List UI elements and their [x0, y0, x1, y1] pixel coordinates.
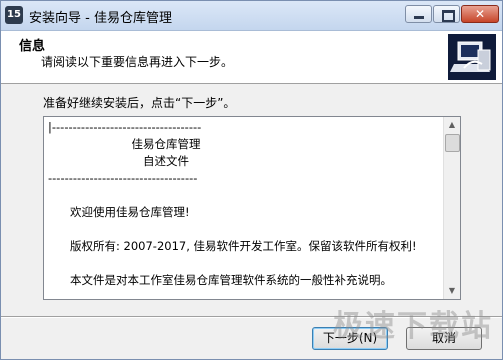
readme-line: |------------------------------------	[48, 120, 202, 134]
readme-line: 欢迎使用佳易仓库管理!	[70, 205, 190, 219]
readme-line	[48, 255, 440, 272]
maximize-icon	[442, 10, 455, 22]
maximize-button[interactable]	[433, 5, 460, 23]
close-icon: ✕	[474, 7, 486, 21]
page-subtitle: 请阅读以下重要信息再进入下一步。	[41, 55, 234, 69]
wizard-header: 信息 请阅读以下重要信息再进入下一步。	[1, 31, 502, 84]
next-button[interactable]: 下一步(N)	[312, 327, 388, 350]
installer-computer-icon	[448, 34, 496, 80]
cancel-button[interactable]: 取消	[406, 327, 482, 350]
readme-line: 佳易仓库管理	[131, 137, 201, 151]
scroll-thumb[interactable]	[445, 134, 460, 152]
readme-line	[48, 187, 440, 204]
close-button[interactable]: ✕	[461, 5, 499, 23]
readme-scrollbar[interactable]: ▲ ▼	[443, 117, 460, 299]
footer-divider	[1, 316, 502, 318]
title-bar[interactable]: 15 安装向导 - 佳易仓库管理 ✕	[1, 1, 502, 31]
minimize-icon	[414, 16, 424, 19]
scroll-up-icon[interactable]: ▲	[444, 117, 460, 133]
installer-window: 15 安装向导 - 佳易仓库管理 ✕ 信息 请阅读以下重要信息再进入下一步。 准…	[0, 0, 503, 360]
page-title: 信息	[19, 39, 46, 54]
scroll-down-icon[interactable]: ▼	[444, 283, 460, 299]
window-title: 安装向导 - 佳易仓库管理	[29, 11, 172, 26]
readme-textbox[interactable]: |------------------------------------ 佳易…	[43, 116, 461, 300]
readme-line: 自述文件	[143, 154, 189, 168]
app-icon: 15	[5, 6, 23, 24]
minimize-button[interactable]	[405, 5, 432, 23]
instruction-text: 准备好继续安装后，点击“下一步”。	[43, 96, 236, 110]
readme-line: 本文件是对本工作室佳易仓库管理软件系统的一般性补充说明。	[70, 273, 392, 287]
readme-line: ------------------------------------	[48, 171, 198, 185]
readme-line	[48, 221, 440, 238]
readme-content: |------------------------------------ 佳易…	[48, 119, 440, 289]
readme-line: 版权所有: 2007-2017, 佳易软件开发工作室。保留该软件所有权利!	[70, 239, 417, 253]
